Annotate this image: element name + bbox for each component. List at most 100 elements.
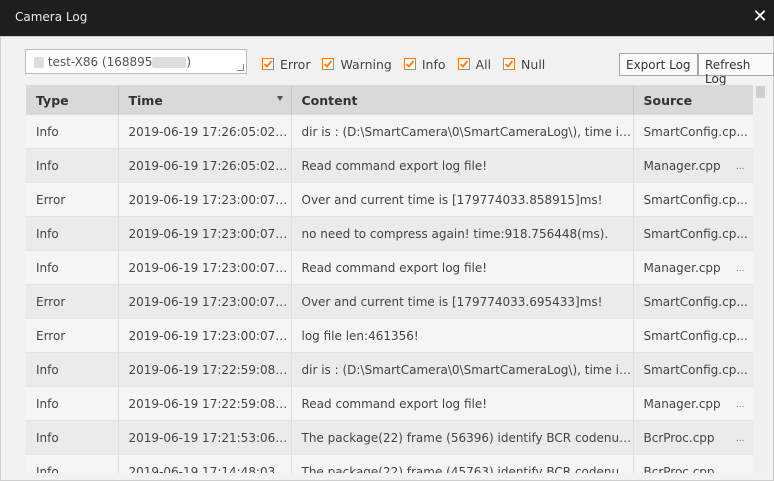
- cell-time: 2019-06-19 17:21:53:0652: [118, 420, 292, 455]
- source-text: BcrProc.cpp: [643, 464, 715, 474]
- source-ellipsis: ...: [735, 400, 745, 410]
- filter-info[interactable]: Info: [403, 56, 446, 72]
- scrollbar-thumb[interactable]: [756, 86, 765, 98]
- cell-source: SmartConfig.cp...: [633, 182, 753, 217]
- cell-time: 2019-06-19 17:23:00:0742: [118, 284, 292, 319]
- checkbox-checked-icon[interactable]: [503, 58, 516, 70]
- table-row[interactable]: Info 2019-06-19 17:22:59:0822 Read command…: [26, 386, 753, 421]
- source-text: SmartConfig.cp...: [643, 294, 748, 309]
- cell-content: dir is : (D:\SmartCamera\0\SmartCameraLo…: [291, 115, 634, 149]
- cell-type: Info: [26, 352, 119, 387]
- table-row[interactable]: Info 2019-06-19 17:22:59:0822 dir is : (D:…: [26, 352, 753, 387]
- cell-content: dir is : (D:\SmartCamera\0\SmartCameraLo…: [291, 352, 634, 387]
- cell-content: The package(22) frame (56396) identify B…: [291, 420, 634, 455]
- filter-all[interactable]: All: [457, 56, 492, 72]
- source-text: Manager.cpp: [643, 396, 721, 411]
- cell-time: 2019-06-19 17:23:00:0742: [118, 250, 292, 285]
- cell-type: Info: [26, 115, 119, 149]
- table-row[interactable]: Error 2019-06-19 17:23:00:0742 log file le…: [26, 318, 753, 353]
- table-row[interactable]: Error 2019-06-19 17:23:00:0742 Over and cu…: [26, 284, 753, 319]
- export-log-button[interactable]: Export Log: [619, 53, 698, 76]
- cell-content: The package(22) frame (45763) identify B…: [291, 454, 634, 473]
- cell-source: SmartConfig.cp...: [633, 284, 753, 319]
- close-icon[interactable]: ✕: [750, 7, 770, 27]
- cell-type: Info: [26, 420, 119, 455]
- cell-source: SmartConfig.cp...: [633, 216, 753, 251]
- filter-error[interactable]: Error: [262, 57, 310, 72]
- table-row[interactable]: Info 2019-06-19 17:23:00:0742 Read command…: [26, 250, 753, 285]
- cell-type: Info: [26, 216, 119, 251]
- vertical-scrollbar[interactable]: [754, 85, 768, 473]
- cell-content: no need to compress again! time:918.7564…: [291, 216, 634, 251]
- source-text: Manager.cpp: [643, 158, 721, 173]
- cell-type: Error: [26, 318, 119, 353]
- cell-source: Manager.cpp...: [633, 148, 753, 183]
- device-name: test-X86 (168895: [47, 55, 153, 69]
- refresh-log-button[interactable]: Refresh Log: [698, 53, 774, 86]
- column-header-time-label: Time: [128, 92, 163, 108]
- cell-time: 2019-06-19 17:23:00:0742: [118, 182, 292, 217]
- source-ellipsis: ...: [735, 434, 745, 444]
- device-field[interactable]: test-X86 (168895): [25, 49, 247, 74]
- filter-warning[interactable]: Warning: [322, 56, 392, 72]
- source-text: SmartConfig.cp...: [643, 192, 748, 207]
- cell-time: 2019-06-19 17:14:48:0384: [118, 454, 292, 473]
- table-row[interactable]: Info 2019-06-19 17:26:05:0216 Read command…: [26, 148, 753, 183]
- cell-time: 2019-06-19 17:22:59:0822: [118, 352, 292, 387]
- column-header-content[interactable]: Content: [291, 85, 634, 115]
- cell-time: 2019-06-19 17:22:59:0822: [118, 386, 292, 421]
- checkbox-checked-icon[interactable]: [262, 58, 274, 70]
- dropdown-grip-icon: [237, 64, 244, 71]
- cell-source: Manager.cpp...: [633, 250, 753, 285]
- source-text: SmartConfig.cp...: [643, 124, 748, 139]
- column-header-time[interactable]: Time: [118, 85, 292, 115]
- cell-content: Read command export log file!: [291, 148, 634, 183]
- cell-source: BcrProc.cpp...: [633, 454, 753, 474]
- filter-label: Null: [521, 56, 546, 72]
- cell-time: 2019-06-19 17:23:00:0742: [118, 216, 292, 251]
- cell-time: 2019-06-19 17:26:05:0216: [118, 148, 292, 183]
- table-row[interactable]: Info 2019-06-19 17:23:00:0742 no need to c…: [26, 216, 753, 251]
- cell-source: BcrProc.cpp...: [633, 420, 753, 455]
- filter-label: All: [475, 56, 492, 72]
- source-ellipsis: ...: [735, 162, 745, 172]
- source-ellipsis: ...: [735, 264, 745, 274]
- log-filters: Error Warning Info All Null: [262, 55, 557, 73]
- cell-type: Error: [26, 182, 119, 217]
- log-table: Type Time Content Source Info 2019-06-19 …: [26, 85, 753, 473]
- cell-type: Info: [26, 454, 119, 473]
- source-text: Manager.cpp: [643, 260, 721, 275]
- window-title: Camera Log: [15, 10, 88, 24]
- column-header-source[interactable]: Source: [633, 85, 753, 115]
- cell-source: SmartConfig.cp...: [633, 318, 753, 353]
- cell-time: 2019-06-19 17:26:05:0216: [118, 115, 292, 149]
- cell-type: Info: [26, 250, 119, 285]
- cell-content: Read command export log file!: [291, 386, 634, 421]
- title-bar: Camera Log ✕: [0, 0, 774, 36]
- table-row[interactable]: Info 2019-06-19 17:14:48:0384 The package(…: [26, 454, 753, 474]
- redacted-mark: [152, 57, 187, 68]
- cell-source: SmartConfig.cp...: [633, 352, 753, 387]
- table-row[interactable]: Info 2019-06-19 17:21:53:0652 The package(…: [26, 420, 753, 455]
- column-header-type[interactable]: Type: [26, 85, 119, 115]
- source-text: SmartConfig.cp...: [643, 362, 748, 377]
- filter-label: Info: [421, 56, 446, 72]
- table-header: Type Time Content Source: [26, 85, 753, 115]
- cell-type: Error: [26, 284, 119, 319]
- checkbox-checked-icon[interactable]: [403, 58, 416, 70]
- table-row[interactable]: Info 2019-06-19 17:26:05:0216 dir is : (D:…: [26, 115, 753, 149]
- cell-type: Info: [26, 148, 119, 183]
- cell-time: 2019-06-19 17:23:00:0742: [118, 318, 292, 353]
- cell-source: Manager.cpp...: [633, 386, 753, 421]
- table-row[interactable]: Error 2019-06-19 17:23:00:0742 Over and cu…: [26, 182, 753, 217]
- redacted-mark: [34, 57, 44, 68]
- source-text: SmartConfig.cp...: [643, 328, 748, 343]
- checkbox-checked-icon[interactable]: [457, 58, 470, 70]
- cell-content: Read command export log file!: [291, 250, 634, 285]
- cell-content: Over and current time is [179774033.8589…: [291, 182, 634, 217]
- checkbox-checked-icon[interactable]: [322, 58, 335, 70]
- filter-label: Error: [280, 56, 311, 72]
- cell-content: Over and current time is [179774033.6954…: [291, 284, 634, 319]
- filter-label: Warning: [340, 56, 392, 72]
- filter-null[interactable]: Null: [503, 57, 545, 72]
